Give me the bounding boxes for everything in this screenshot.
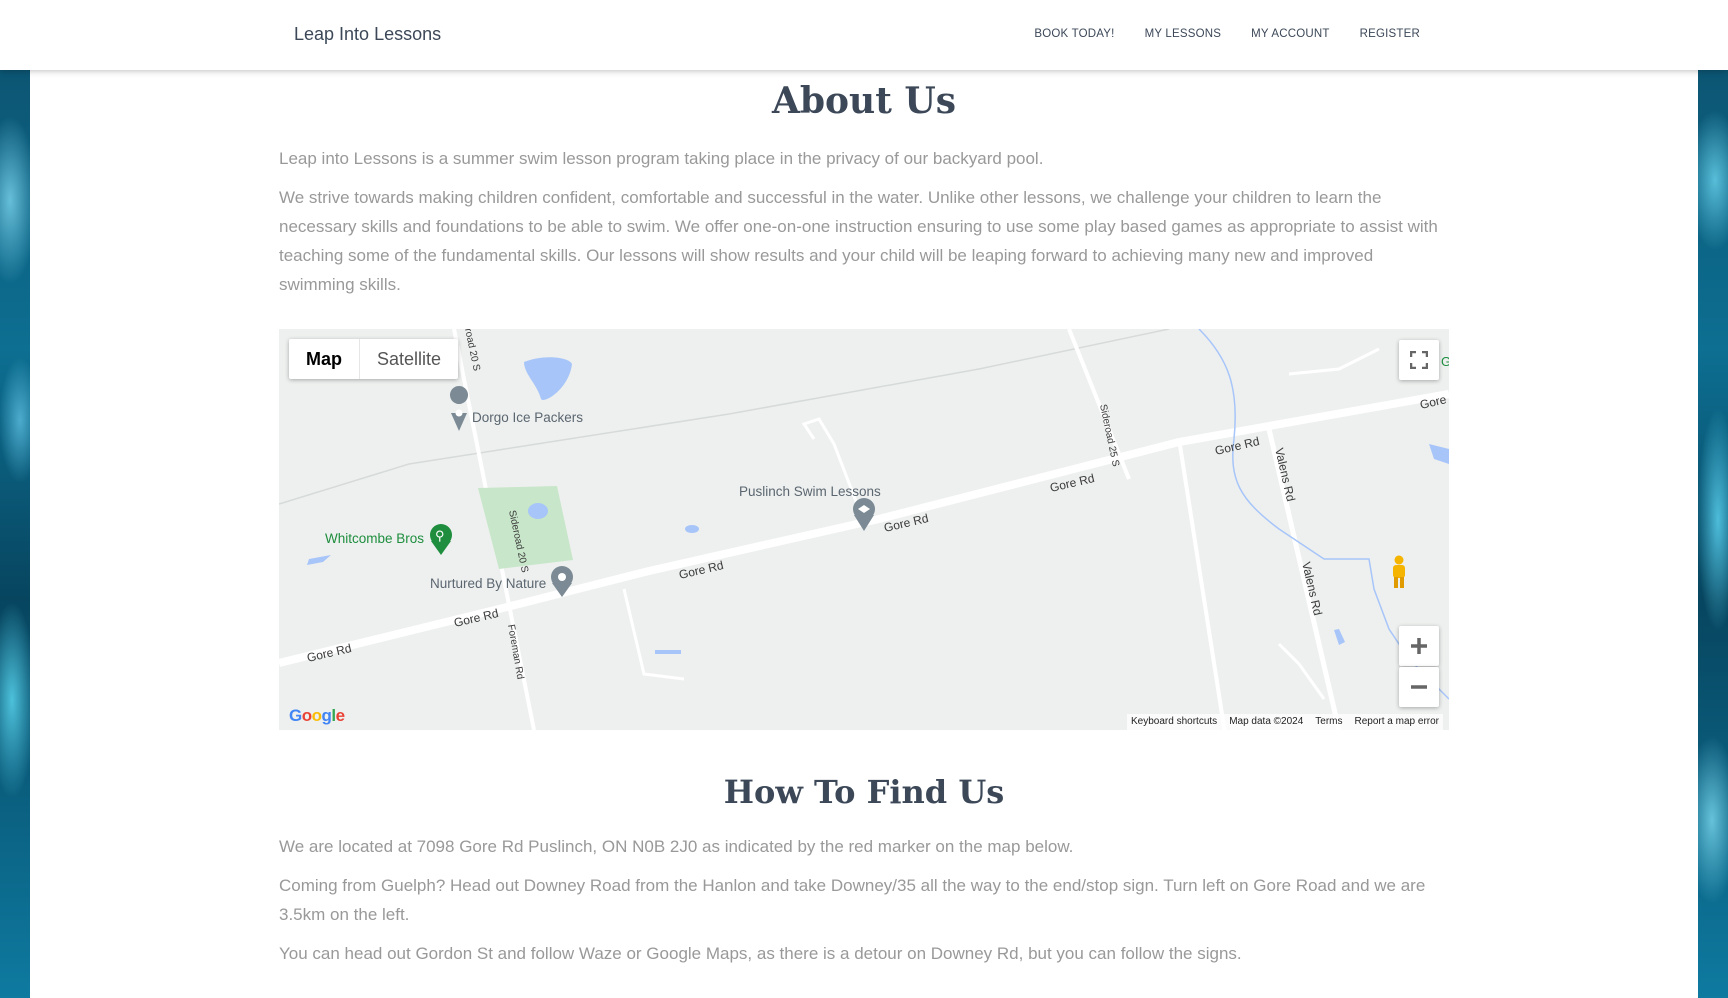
map-attribution: Keyboard shortcuts Map data ©2024 Terms … (1127, 714, 1443, 730)
fullscreen-icon (1410, 351, 1428, 369)
place-nurtured: Nurtured By Nature (430, 576, 546, 591)
fullscreen-button[interactable] (1399, 340, 1439, 380)
plus-icon (1411, 638, 1427, 654)
map-type-map-button[interactable]: Map (289, 339, 360, 379)
road-label-gore-1: Gore Rd (306, 641, 353, 665)
nav-my-lessons[interactable]: MY LESSONS (1145, 28, 1222, 40)
zoom-in-button[interactable] (1399, 626, 1439, 666)
report-error-link[interactable]: Report a map error (1355, 716, 1439, 728)
nav-my-account[interactable]: MY ACCOUNT (1251, 28, 1329, 40)
road-label-gore-2: Gore Rd (453, 606, 500, 630)
map-data-text: Map data ©2024 (1229, 716, 1304, 727)
nav-book-today[interactable]: BOOK TODAY! (1034, 28, 1114, 40)
road-label-valens-1: Valens Rd (1272, 447, 1298, 503)
find-paragraph-1: We are located at 7098 Gore Rd Puslinch,… (279, 837, 1074, 856)
about-paragraph-2: We strive towards making children confid… (279, 188, 1438, 294)
about-paragraph-1: Leap into Lessons is a summer swim lesso… (279, 149, 1044, 168)
pin-whitcombe-icon[interactable]: ⚲ (430, 524, 452, 555)
pin-dorgo-icon[interactable] (450, 386, 469, 431)
svg-text:⚲: ⚲ (435, 528, 445, 543)
map-edge-label: G (1441, 354, 1449, 369)
place-dorgo: Dorgo Ice Packers (472, 410, 583, 425)
about-title: About Us (771, 80, 957, 122)
find-paragraph-3: You can head out Gordon St and follow Wa… (279, 944, 1242, 963)
place-whitcombe: Whitcombe Bros (325, 531, 424, 546)
nav-register[interactable]: REGISTER (1360, 28, 1420, 40)
minus-icon (1411, 685, 1427, 689)
main-nav: BOOK TODAY! MY LESSONS MY ACCOUNT REGIST… (1034, 28, 1420, 40)
map-type-control: Map Satellite (289, 339, 459, 379)
map-type-satellite-button[interactable]: Satellite (360, 339, 458, 379)
google-map[interactable]: Gore Rd Gore Rd Gore Rd Gore Rd Gore Rd … (279, 329, 1449, 730)
find-paragraph-2: Coming from Guelph? Head out Downey Road… (279, 876, 1426, 924)
google-logo[interactable]: Google (289, 706, 345, 726)
top-navbar: Leap Into Lessons BOOK TODAY! MY LESSONS… (0, 0, 1728, 70)
keyboard-shortcuts-link[interactable]: Keyboard shortcuts (1131, 716, 1217, 728)
brand-logo[interactable]: Leap Into Lessons (294, 24, 441, 45)
find-us-title: How To Find Us (723, 773, 1005, 811)
map-canvas[interactable]: Gore Rd Gore Rd Gore Rd Gore Rd Gore Rd … (279, 329, 1449, 730)
pegman-icon[interactable] (1389, 555, 1409, 594)
road-label-foreman: Foreman Rd (505, 624, 525, 681)
terms-link[interactable]: Terms (1315, 716, 1342, 728)
place-puslinch: Puslinch Swim Lessons (739, 484, 881, 499)
road-label-valens-2: Valens Rd (1299, 561, 1325, 617)
road-label-sideroad20-top: road 20 S (462, 329, 482, 372)
zoom-out-button[interactable] (1399, 667, 1439, 707)
